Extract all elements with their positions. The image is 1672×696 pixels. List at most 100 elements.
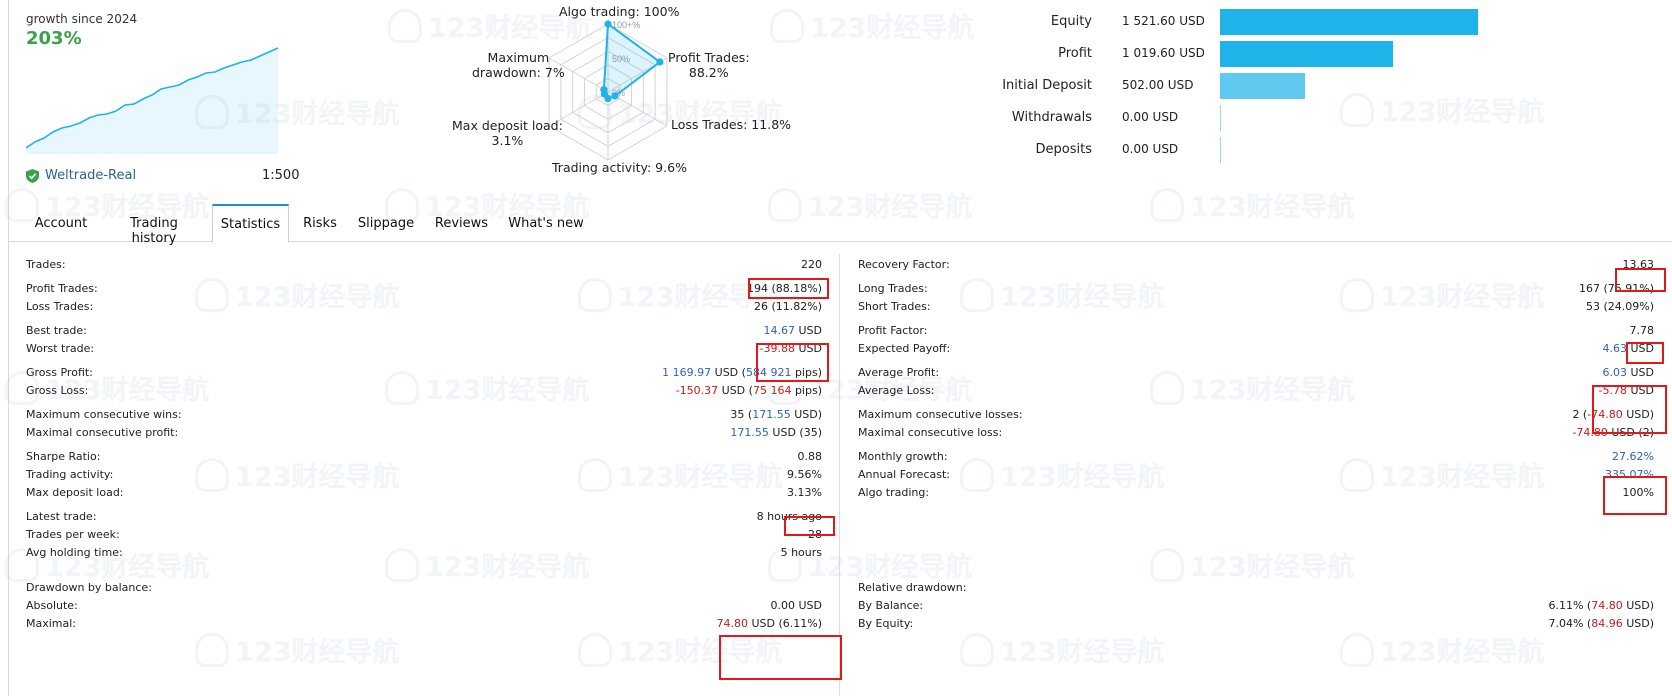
stat-row: Maximum consecutive wins: 35 (171.55 USD… [26, 406, 822, 424]
stat-label: Profit Factor: [858, 324, 928, 337]
growth-area [26, 48, 278, 154]
highlight-box [748, 278, 829, 299]
stat-value: 35 (171.55 USD) [730, 408, 822, 421]
radar-label-drawdown-line1: Maximum [487, 50, 550, 65]
balance-row: Initial Deposit 502.00 USD [990, 70, 1590, 100]
radar-label-activity: Trading activity: 9.6% [552, 160, 687, 175]
stat-row: Latest trade: 8 hours ago [26, 508, 822, 526]
radar-chart: 100+%50%0% Algo trading: 100% Profit Tra… [452, 0, 850, 190]
stat-value: 7.04% (84.96 USD) [1548, 617, 1654, 630]
highlight-box [784, 516, 835, 536]
radar-label-deposit-load: Max deposit load: 3.1% [452, 118, 563, 148]
stat-value: 0.88 [797, 450, 823, 463]
balance-bar [1220, 137, 1221, 163]
stat-label: Trading activity: [26, 468, 114, 481]
balance-label: Initial Deposit [1002, 78, 1092, 93]
stat-number: 171.55 [752, 408, 791, 421]
tab-whats-new[interactable]: What's new [506, 204, 586, 242]
section-title-row: Relative drawdown: [858, 579, 1654, 597]
tab-slippage[interactable]: Slippage [356, 204, 416, 242]
stat-row: Trades per week: 28 [26, 526, 822, 544]
balance-row: Profit 1 019.60 USD [990, 38, 1590, 68]
stat-label: Maximum consecutive wins: [26, 408, 182, 421]
stat-number: 14.67 [763, 324, 795, 337]
balance-value: 1 521.60 USD [1122, 14, 1205, 28]
stat-number: 171.55 [730, 426, 769, 439]
tab-statistics[interactable]: Statistics [212, 204, 289, 243]
stat-number: 74.80 [1591, 599, 1623, 612]
stat-row: Average Profit: 6.03 USD [858, 364, 1654, 382]
stat-row: Absolute: 0.00 USD [26, 597, 822, 615]
stat-prefix: 35 ( [730, 408, 753, 421]
stat-row: By Balance: 6.11% (74.80 USD) [858, 597, 1654, 615]
radar-label-profit-line1: Profit Trades: [668, 50, 750, 65]
balance-bars: Equity 1 521.60 USD Profit 1 019.60 USD Init… [990, 6, 1590, 181]
tab-risks[interactable]: Risks [300, 204, 340, 242]
radar-point [600, 86, 608, 94]
stat-value: 6.11% (74.80 USD) [1548, 599, 1654, 612]
stat-unit: pips) [791, 384, 822, 397]
stat-row: Short Trades: 53 (24.09%) [858, 298, 1654, 316]
stat-label: Monthly growth: [858, 450, 948, 463]
stat-label: Algo trading: [858, 486, 930, 499]
leverage-value: 1:500 [262, 168, 300, 183]
stat-label: Trades per week: [26, 528, 120, 541]
stat-unit: USD) [1622, 599, 1654, 612]
radar-label-drawdown-line2: drawdown: 7% [472, 65, 565, 80]
growth-widget: growth since 2024 203% Weltrade-Real 1:5… [26, 12, 300, 187]
growth-label: growth since 2024 [26, 12, 138, 26]
stat-row: Profit Factor: 7.78 [858, 322, 1654, 340]
stat-row: Avg holding time: 5 hours [26, 544, 822, 562]
stat-row: Trading activity: 9.56% [26, 466, 822, 484]
stat-label: Best trade: [26, 324, 87, 337]
highlight-box [1592, 385, 1667, 434]
stat-value: 0.00 USD [770, 599, 823, 612]
stat-prefix: 7.04% ( [1548, 617, 1592, 630]
balance-label: Profit [1058, 46, 1092, 61]
radar-label-deposit-line1: Max deposit load: [452, 118, 563, 133]
stat-number: 4.63 [1602, 342, 1627, 355]
stat-label: Average Loss: [858, 384, 935, 397]
highlight-box [1626, 342, 1664, 364]
stat-row: Monthly growth: 27.62% [858, 448, 1654, 466]
balance-bar [1220, 73, 1306, 99]
balance-value: 0.00 USD [1122, 142, 1179, 156]
radar-label-deposit-line2: 3.1% [491, 133, 524, 148]
stat-row: Gross Profit: 1 169.97 USD (584 921 pips… [26, 364, 822, 382]
stat-row: Expected Payoff: 4.63 USD [858, 340, 1654, 358]
stat-row: Sharpe Ratio: 0.88 [26, 448, 822, 466]
stat-value: 220 [801, 258, 822, 271]
stat-label: Long Trades: [858, 282, 928, 295]
stat-value: 7.78 [1629, 324, 1655, 337]
stat-label: Average Profit: [858, 366, 940, 379]
balance-bar [1220, 41, 1393, 67]
stat-label: Expected Payoff: [858, 342, 951, 355]
stat-value: 5 hours [780, 546, 822, 559]
balance-bar [1220, 9, 1478, 35]
stat-unit: USD [1626, 366, 1654, 379]
tab-reviews[interactable]: Reviews [434, 204, 489, 242]
stat-label: Maximal consecutive loss: [858, 426, 1003, 439]
stat-label: Absolute: [26, 599, 78, 612]
growth-sparkline [26, 47, 279, 154]
stat-unit: USD (35) [768, 426, 822, 439]
radar-label-loss-trades: Loss Trades: 11.8% [671, 117, 792, 132]
radar-label-profit-line2: 88.2% [688, 65, 729, 80]
stat-row: Profit Trades: 194 (88.18%) [26, 280, 822, 298]
account-link[interactable]: Weltrade-Real [26, 168, 136, 183]
stat-label: Sharpe Ratio: [26, 450, 101, 463]
stat-label: Latest trade: [26, 510, 97, 523]
section-title-row: Drawdown by balance: [26, 579, 822, 597]
radar-point [611, 92, 619, 100]
tab-trading-history[interactable]: Trading history [108, 204, 200, 246]
stat-pips: 75 164 [752, 384, 792, 397]
tab-account[interactable]: Account [29, 204, 93, 242]
stat-value: -150.37 USD (75 164 pips) [676, 384, 822, 397]
highlight-box [1603, 476, 1667, 515]
stat-number: -150.37 [675, 384, 719, 397]
section-title: Relative drawdown: [858, 581, 967, 594]
stat-label: Maximal: [26, 617, 77, 630]
stat-prefix: 6.11% ( [1548, 599, 1592, 612]
account-name[interactable]: Weltrade-Real [45, 168, 136, 183]
stat-row: Max deposit load: 3.13% [26, 484, 822, 502]
